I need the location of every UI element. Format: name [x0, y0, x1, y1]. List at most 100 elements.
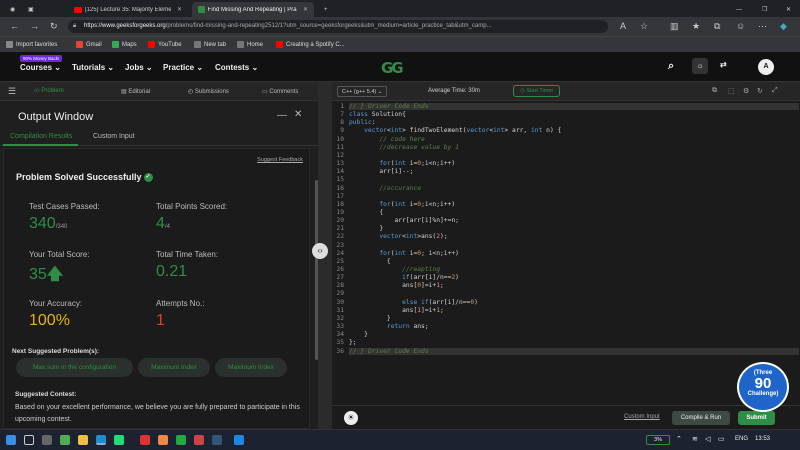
close-tab-icon[interactable]: ✕	[177, 6, 182, 13]
translate-icon[interactable]: ⇄	[720, 60, 727, 69]
app-icon[interactable]	[140, 435, 150, 445]
close-window-icon[interactable]: ✕	[780, 2, 797, 17]
bookmark-home[interactable]: Home	[237, 41, 263, 48]
language-select[interactable]: C++ (g++ 5.4) ⌄	[337, 86, 388, 97]
search-icon[interactable]	[24, 435, 34, 445]
start-timer-button[interactable]: ◷ Start Timer	[513, 85, 561, 97]
tab-youtube[interactable]: (125) Lecture 35: Majority Eleme... ✕	[68, 2, 188, 17]
time-value: 0.21	[156, 263, 188, 280]
challenge-badge[interactable]: (Three 90 Challenge)	[737, 362, 789, 412]
theme-toggle-icon[interactable]: ☼	[692, 58, 708, 74]
store-icon[interactable]	[114, 435, 124, 445]
tab-custom-input[interactable]: Custom Input	[93, 133, 135, 140]
minimize-icon[interactable]: —	[730, 2, 748, 17]
menu-courses[interactable]: Courses ⌄	[20, 63, 61, 72]
collections-icon[interactable]: ⧉	[714, 21, 720, 31]
bookmarks-bar: Import favorites Gmail Maps YouTube New …	[0, 36, 800, 52]
vscode-icon[interactable]	[234, 435, 244, 445]
file-explorer-icon[interactable]	[78, 435, 88, 445]
copy-icon[interactable]: ⧉	[712, 87, 717, 95]
avatar[interactable]: A	[758, 59, 774, 75]
tab-label: Find Missing And Repeating | Pra...	[207, 6, 297, 13]
compile-run-button[interactable]: Compile & Run	[672, 411, 730, 425]
new-tab-button[interactable]: +	[318, 2, 334, 17]
close-panel-icon[interactable]: ✕	[294, 109, 302, 120]
code-line: for(int i=0; i<n;i++)	[379, 249, 459, 257]
split-screen-icon[interactable]: ▥	[670, 21, 679, 31]
money-back-badge[interactable]: 90% Money Back!	[20, 55, 63, 62]
tab-editorial[interactable]: ▤ Editorial	[121, 88, 150, 95]
back-icon[interactable]: ←	[10, 21, 19, 31]
copilot-icon[interactable]: ◆	[780, 21, 787, 31]
widgets-icon[interactable]	[60, 435, 70, 445]
tab-problem[interactable]: ‹/› Problem	[34, 88, 64, 94]
app-icon[interactable]	[194, 435, 204, 445]
battery-indicator[interactable]: 3%	[646, 435, 670, 445]
more-icon[interactable]: ⋯	[758, 21, 767, 31]
favorites-icon[interactable]: ★	[692, 21, 700, 31]
reset-icon[interactable]: ↻	[757, 87, 763, 95]
next-suggested-title: Next Suggested Problem(s):	[12, 348, 100, 355]
refresh-icon[interactable]: ↻	[50, 21, 58, 31]
menu-jobs[interactable]: Jobs ⌄	[125, 63, 153, 72]
tab-label: (125) Lecture 35: Majority Eleme...	[84, 6, 171, 13]
points-scored: 4	[156, 215, 165, 232]
hamburger-icon[interactable]: ☰	[8, 86, 16, 97]
chevron-up-icon[interactable]: ⌃	[676, 435, 682, 443]
edge-icon[interactable]	[96, 435, 106, 445]
battery-icon[interactable]: ▭	[718, 435, 725, 443]
output-window: Output Window — ✕ Compilation Results Cu…	[0, 101, 318, 429]
forward-icon[interactable]: →	[30, 21, 39, 31]
resize-handle-icon[interactable]: ‹›	[312, 243, 328, 259]
tab-comments[interactable]: ▭ Comments	[262, 88, 298, 95]
favorite-icon[interactable]: ☆	[640, 21, 648, 31]
profile-button-icon[interactable]: ☺	[736, 21, 745, 31]
submit-button[interactable]: Submit	[738, 411, 775, 425]
suggested-problem[interactable]: Max sum in the configuration	[16, 358, 133, 377]
code-line: // } Driver Code Ends	[349, 103, 799, 110]
expand-icon[interactable]: ⬚	[728, 87, 735, 95]
read-aloud-icon[interactable]: A	[620, 21, 626, 31]
tab-submissions[interactable]: ◴ Submissions	[188, 88, 229, 95]
fullscreen-icon[interactable]: ⤢	[772, 87, 778, 95]
menu-practice[interactable]: Practice ⌄	[163, 63, 203, 72]
app-icon[interactable]	[176, 435, 186, 445]
suggested-problem[interactable]: Maximum Index	[215, 358, 287, 377]
profile-icon[interactable]: ◉	[4, 2, 21, 17]
app-icon[interactable]	[212, 435, 222, 445]
tab-label: Editorial	[128, 89, 151, 95]
app-icon[interactable]	[158, 435, 168, 445]
suggested-problem[interactable]: Maximum Index	[138, 358, 210, 377]
bookmark-newtab[interactable]: New tab	[194, 41, 226, 48]
code-line: if(arr[i]/n==2)	[402, 274, 459, 282]
wifi-icon[interactable]: ≋	[692, 435, 698, 443]
language-indicator[interactable]: ENG	[735, 436, 748, 442]
windows-start-icon[interactable]	[6, 435, 16, 445]
volume-icon[interactable]: ◁	[705, 435, 710, 443]
maximize-icon[interactable]: ❐	[756, 2, 773, 17]
settings-icon[interactable]: ⚙	[743, 87, 749, 95]
close-tab-icon[interactable]: ✕	[303, 6, 308, 13]
url-input[interactable]: 🔒︎ https://www.geeksforgeeks.org/problem…	[68, 20, 608, 33]
suggest-feedback-link[interactable]: Suggest Feedback	[257, 157, 303, 163]
bookmark-youtube[interactable]: YouTube	[148, 41, 182, 48]
tab-gfg[interactable]: Find Missing And Repeating | Pra... ✕	[192, 2, 314, 17]
minimize-panel-icon[interactable]: —	[277, 110, 287, 121]
menu-contests[interactable]: Contests ⌄	[215, 63, 258, 72]
custom-input-link[interactable]: Custom Input	[624, 414, 660, 420]
menu-label: Jobs	[125, 63, 144, 72]
output-tabs: Compilation Results Custom Input	[0, 129, 318, 146]
bookmark-gmail[interactable]: Gmail	[76, 41, 102, 48]
bookmark-maps[interactable]: Maps	[112, 41, 137, 48]
menu-tutorials[interactable]: Tutorials ⌄	[72, 63, 114, 72]
search-icon[interactable]: ⌕	[668, 60, 674, 73]
tab-compilation-results[interactable]: Compilation Results	[10, 133, 72, 140]
hint-bulb-icon[interactable]: ☀	[344, 411, 358, 425]
clock[interactable]: 13:53	[755, 436, 770, 442]
gfg-logo[interactable]: GG	[381, 59, 404, 77]
task-view-icon[interactable]	[42, 435, 52, 445]
bookmark-import[interactable]: Import favorites	[6, 41, 57, 48]
tab-actions-icon[interactable]: ▣	[22, 2, 40, 17]
bookmark-spotify[interactable]: Creating a Spotify C...	[276, 41, 345, 48]
code-editor[interactable]: 1 // } Driver Code Ends 7 class Solution{8 p…	[332, 101, 800, 405]
